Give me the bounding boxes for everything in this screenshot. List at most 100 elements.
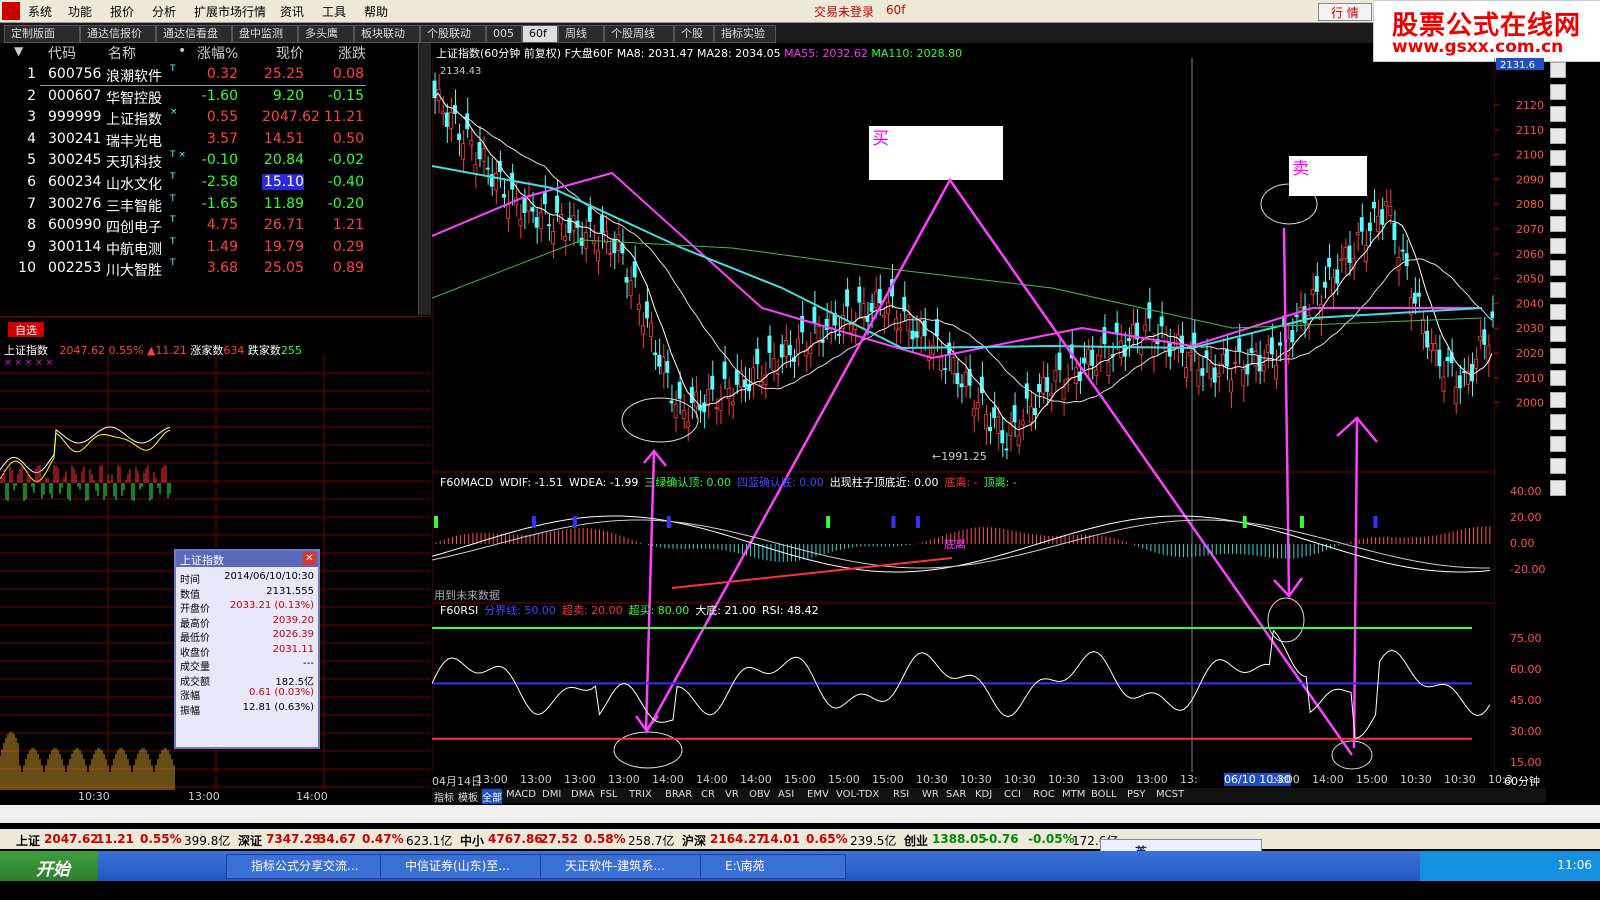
- toolbar-icon[interactable]: [1550, 414, 1566, 430]
- header-flag[interactable]: •: [178, 43, 186, 59]
- candle-body: [939, 357, 943, 371]
- header-change-pct[interactable]: 涨幅%: [197, 43, 238, 63]
- indicator-tab-roc[interactable]: ROC: [1033, 789, 1055, 800]
- indicator-tab-wr[interactable]: WR: [922, 789, 939, 800]
- taskbar-task[interactable]: 中信证券(山东)至...: [380, 854, 550, 879]
- toolbar-icon[interactable]: [1550, 172, 1566, 188]
- toolbar-icon[interactable]: [1550, 128, 1566, 144]
- tab-2[interactable]: 通达信看盘: [156, 25, 232, 43]
- indicator-tab-sar[interactable]: SAR: [946, 789, 966, 800]
- taskbar-task[interactable]: 指标公式分享交流...: [226, 854, 396, 879]
- tab-1[interactable]: 通达信报价: [80, 25, 156, 43]
- quote-button[interactable]: 行 情: [1318, 3, 1372, 21]
- table-row[interactable]: 6 600234 山水文化 T -2.58 15.10 -0.40: [0, 172, 420, 194]
- tab-12[interactable]: 指标实验: [714, 25, 776, 43]
- indicator-tab-cr[interactable]: CR: [701, 789, 715, 800]
- table-row[interactable]: 5 300245 天玑科技 T × -0.10 20.84 -0.02: [0, 150, 420, 172]
- header-code[interactable]: 代码: [48, 43, 76, 63]
- indicator-tab-kdj[interactable]: KDJ: [975, 789, 992, 800]
- indicator-tab-模板[interactable]: 模板: [458, 789, 478, 804]
- indicator-tab-vr[interactable]: VR: [725, 789, 739, 800]
- indicator-tab-brar[interactable]: BRAR: [665, 789, 692, 800]
- sort-dropdown-icon[interactable]: ▼: [14, 44, 23, 58]
- table-row[interactable]: 1 600756 浪潮软件 T 0.32 25.25 0.08: [0, 64, 420, 86]
- menu-quote[interactable]: 报价: [110, 3, 134, 20]
- toolbar-icon[interactable]: [1550, 216, 1566, 232]
- menu-analysis[interactable]: 分析: [152, 3, 176, 20]
- indicator-tab-mtm[interactable]: MTM: [1062, 789, 1085, 800]
- tab-7[interactable]: 005: [486, 25, 522, 43]
- toolbar-icon[interactable]: [1550, 150, 1566, 166]
- popup-title-bar[interactable]: 上证指数 ✕: [176, 551, 318, 567]
- tab-10[interactable]: 个股周线: [604, 25, 674, 43]
- data-popup[interactable]: 上证指数 ✕ 时间 2014/06/10/10:30 数值 2131.555 开盘价 20…: [174, 549, 320, 749]
- tab-watchlist[interactable]: 自选: [8, 322, 44, 337]
- indicator-tab-macd[interactable]: MACD: [506, 789, 536, 800]
- table-scrollbar[interactable]: [418, 43, 431, 315]
- toolbar-icon[interactable]: [1550, 370, 1566, 386]
- toolbar-icon[interactable]: [1550, 348, 1566, 364]
- indicator-tab-指标[interactable]: 指标: [434, 789, 454, 804]
- toolbar-icon[interactable]: [1550, 260, 1566, 276]
- taskbar-task[interactable]: 天正软件-建筑系...: [540, 854, 710, 879]
- toolbar-icon[interactable]: [1550, 326, 1566, 342]
- indicator-tab-全部[interactable]: 全部: [482, 789, 502, 804]
- indicator-tab-boll[interactable]: BOLL: [1091, 789, 1117, 800]
- indicator-tab-trix[interactable]: TRIX: [629, 789, 652, 800]
- toolbar-icon[interactable]: [1550, 392, 1566, 408]
- tab-6[interactable]: 个股联动: [420, 25, 486, 43]
- toolbar-icon[interactable]: [1550, 304, 1566, 320]
- indicator-tab-fsl[interactable]: FSL: [600, 789, 618, 800]
- taskbar-task[interactable]: E:\南苑: [700, 854, 846, 879]
- indicator-tab-rsi[interactable]: RSI: [893, 789, 909, 800]
- indicator-tab-emv[interactable]: EMV: [807, 789, 829, 800]
- toolbar-icon[interactable]: [1550, 84, 1566, 100]
- table-row[interactable]: 10 002253 川大智胜 T 3.68 25.05 0.89: [0, 258, 420, 280]
- tab-0[interactable]: 定制版面: [4, 25, 80, 43]
- toolbar-icon[interactable]: [1550, 458, 1566, 474]
- indicator-tab-cci[interactable]: CCI: [1004, 789, 1021, 800]
- table-row[interactable]: 7 300276 三丰智能 T -1.65 11.89 -0.20: [0, 194, 420, 216]
- tab-4[interactable]: 多头鹰: [298, 25, 354, 43]
- indicator-tab-dmi[interactable]: DMI: [542, 789, 561, 800]
- table-row[interactable]: 4 300241 瑞丰光电 3.57 14.51 0.50: [0, 129, 420, 151]
- kline-chart[interactable]: 2134.43←1991.25买卖F60MACD WDIF: -1.51 WDEA:…: [432, 58, 1494, 778]
- tab-3[interactable]: 盘中监测: [232, 25, 298, 43]
- indicator-tab-psy[interactable]: PSY: [1127, 789, 1146, 800]
- toolbar-icon[interactable]: [1550, 282, 1566, 298]
- toolbar-icon[interactable]: [1550, 436, 1566, 452]
- header-price[interactable]: 现价: [276, 43, 304, 63]
- menu-system[interactable]: 系统: [28, 3, 52, 20]
- table-row[interactable]: 2 000607 华智控股 -1.60 9.20 -0.15: [0, 86, 420, 108]
- tab-5[interactable]: 板块联动: [354, 25, 420, 43]
- menu-help[interactable]: 帮助: [364, 3, 388, 20]
- tab-11[interactable]: 个股: [674, 25, 714, 43]
- tab-9[interactable]: 周线: [558, 25, 604, 43]
- menu-news[interactable]: 资讯: [280, 3, 304, 20]
- toolbar-icon[interactable]: [1550, 194, 1566, 210]
- menu-tools[interactable]: 工具: [322, 3, 346, 20]
- toolbar-icon[interactable]: [1550, 62, 1566, 78]
- close-icon[interactable]: ✕: [303, 552, 316, 565]
- toolbar-icon[interactable]: [1550, 238, 1566, 254]
- menu-function[interactable]: 功能: [68, 3, 92, 20]
- indicator-tab-dma[interactable]: DMA: [571, 789, 594, 800]
- menu-extended-market[interactable]: 扩展市场行情: [194, 3, 266, 20]
- indicator-tab-mcst[interactable]: MCST: [1156, 789, 1184, 800]
- circle-marker: [1267, 597, 1305, 643]
- start-button[interactable]: 开始: [0, 851, 98, 881]
- table-row[interactable]: 3 999999 上证指数 × 0.55 2047.62 11.21: [0, 107, 420, 129]
- header-change[interactable]: 涨跌: [338, 43, 366, 63]
- indicator-tab-asi[interactable]: ASI: [778, 789, 794, 800]
- table-row[interactable]: 8 600990 四创电子 T 4.75 26.71 1.21: [0, 215, 420, 237]
- stock-price: 19.79: [263, 238, 304, 255]
- table-row[interactable]: 9 300114 中航电测 T 1.49 19.79 0.29: [0, 237, 420, 259]
- toolbar-icon[interactable]: [1550, 106, 1566, 122]
- indicator-tab-obv[interactable]: OBV: [749, 789, 770, 800]
- candle-body: [551, 231, 555, 245]
- header-name[interactable]: 名称: [108, 43, 136, 63]
- candle-body: [971, 408, 976, 417]
- tab-8[interactable]: 60f: [522, 25, 558, 43]
- indicator-tab-vol-tdx[interactable]: VOL-TDX: [836, 789, 879, 800]
- toolbar-icon[interactable]: [1550, 480, 1566, 496]
